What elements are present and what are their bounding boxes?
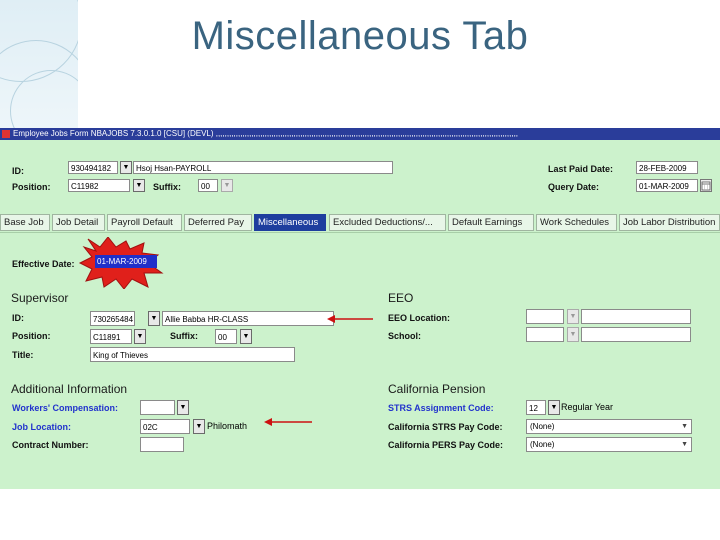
pers-pay-code-select[interactable]: (None) ▼ [526, 437, 692, 452]
position-dropdown-button[interactable]: ▼ [133, 179, 145, 192]
key-block: ID: 930494182 ▼ Hsoj Hsan-PAYROLL Positi… [0, 140, 720, 220]
tab-base-job[interactable]: Base Job [0, 214, 50, 231]
eeo-location-label: EEO Location: [388, 313, 451, 323]
contract-number-field[interactable] [140, 437, 184, 452]
suffix-dropdown-button[interactable]: ▼ [221, 179, 233, 192]
tab-work-schedules[interactable]: Work Schedules [536, 214, 617, 231]
tab-job-labor-distribution[interactable]: Job Labor Distribution [619, 214, 720, 231]
window-title: Employee Jobs Form NBAJOBS 7.3.0.1.0 [CS… [13, 129, 519, 138]
school-label: School: [388, 331, 421, 341]
additional-info-heading: Additional Information [11, 382, 128, 396]
last-paid-date-label: Last Paid Date: [548, 164, 614, 174]
eeo-location-dropdown-button[interactable]: ▼ [567, 309, 579, 324]
suffix-label: Suffix: [153, 182, 181, 192]
tab-default-earnings[interactable]: Default Earnings [448, 214, 534, 231]
strs-assignment-dropdown-button[interactable]: ▼ [548, 400, 560, 415]
strs-pay-code-select[interactable]: (None) ▼ [526, 419, 692, 434]
california-pension-heading: California Pension [388, 382, 486, 396]
supervisor-id-label: ID: [12, 313, 24, 323]
calendar-icon[interactable] [700, 179, 712, 192]
job-location-field[interactable]: 02C [140, 419, 190, 434]
school-desc-field [581, 327, 691, 342]
effective-date-field[interactable]: 01-MAR-2009 [95, 255, 157, 268]
supervisor-position-label: Position: [12, 331, 51, 341]
strs-assignment-description: Regular Year [561, 402, 614, 412]
query-date-field[interactable]: 01-MAR-2009 [636, 179, 698, 192]
job-location-dropdown-button[interactable]: ▼ [193, 419, 205, 434]
window-titlebar: Employee Jobs Form NBAJOBS 7.3.0.1.0 [CS… [0, 128, 720, 140]
tab-payroll-default[interactable]: Payroll Default [107, 214, 182, 231]
arrow-pointer-supervisor [327, 315, 373, 323]
supervisor-name-field: Allie Babba HR-CLASS [162, 311, 334, 326]
job-location-label: Job Location: [12, 422, 71, 432]
strs-pay-code-value: (None) [530, 422, 555, 431]
banner-form-screenshot: Employee Jobs Form NBAJOBS 7.3.0.1.0 [CS… [0, 128, 720, 489]
supervisor-title-field: King of Thieves [90, 347, 295, 362]
tab-bar: Base Job Job Detail Payroll Default Defe… [0, 214, 720, 232]
tab-job-detail[interactable]: Job Detail [52, 214, 105, 231]
effective-date-label: Effective Date: [12, 259, 75, 269]
slide-title: Miscellaneous Tab [191, 14, 529, 58]
strs-assignment-code-label: STRS Assignment Code: [388, 403, 494, 413]
pers-pay-code-label: California PERS Pay Code: [388, 440, 504, 450]
chevron-down-icon: ▼ [681, 423, 688, 430]
school-field[interactable] [526, 327, 564, 342]
supervisor-suffix-label: Suffix: [170, 331, 198, 341]
workers-comp-dropdown-button[interactable]: ▼ [177, 400, 189, 415]
id-search-button[interactable]: ▼ [120, 161, 132, 174]
strs-pay-code-label: California STRS Pay Code: [388, 422, 503, 432]
supervisor-id-field[interactable]: 730265484 [90, 311, 135, 326]
position-field[interactable]: C11982 [68, 179, 130, 192]
miscellaneous-panel: Effective Date: 01-MAR-2009 Supervisor I… [0, 232, 720, 489]
id-field[interactable]: 930494182 [68, 161, 118, 174]
pers-pay-code-value: (None) [530, 440, 555, 449]
eeo-heading: EEO [388, 291, 414, 305]
query-date-label: Query Date: [548, 182, 600, 192]
position-label: Position: [12, 182, 51, 192]
supervisor-position-dropdown-button[interactable]: ▼ [134, 329, 146, 344]
supervisor-position-field[interactable]: C11891 [90, 329, 132, 344]
id-label: ID: [12, 166, 24, 176]
contract-number-label: Contract Number: [12, 440, 89, 450]
app-icon [2, 130, 10, 138]
workers-comp-label: Workers' Compensation: [12, 403, 118, 413]
eeo-location-field[interactable] [526, 309, 564, 324]
suffix-field[interactable]: 00 [198, 179, 218, 192]
supervisor-title-label: Title: [12, 350, 34, 360]
supervisor-id-search-button[interactable]: ▼ [148, 311, 160, 326]
job-location-description: Philomath [207, 421, 248, 431]
supervisor-heading: Supervisor [11, 291, 69, 305]
tab-miscellaneous[interactable]: Miscellaneous [254, 214, 326, 231]
last-paid-date-field: 28-FEB-2009 [636, 161, 698, 174]
employee-name-field: Hsoj Hsan-PAYROLL [133, 161, 393, 174]
arrow-pointer-job-location [264, 418, 312, 426]
supervisor-suffix-dropdown-button[interactable]: ▼ [240, 329, 252, 344]
supervisor-suffix-field[interactable]: 00 [215, 329, 237, 344]
eeo-location-desc-field [581, 309, 691, 324]
chevron-down-icon: ▼ [681, 441, 688, 448]
workers-comp-field[interactable] [140, 400, 175, 415]
school-dropdown-button[interactable]: ▼ [567, 327, 579, 342]
tab-excluded-deductions[interactable]: Excluded Deductions/... [329, 214, 446, 231]
tab-deferred-pay[interactable]: Deferred Pay [184, 214, 252, 231]
strs-assignment-code-field[interactable]: 12 [526, 400, 546, 415]
